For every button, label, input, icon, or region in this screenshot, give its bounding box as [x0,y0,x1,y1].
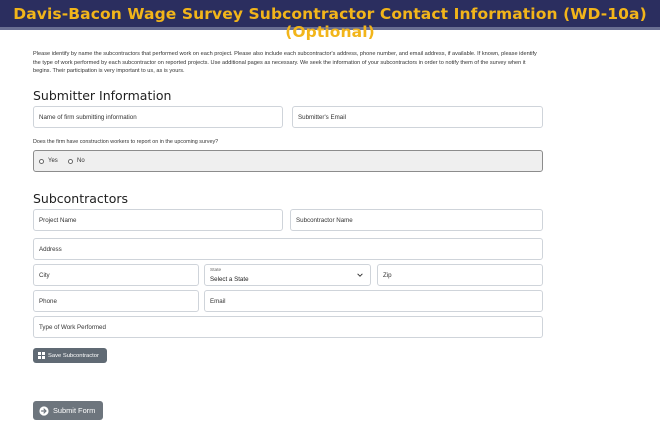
submitter-email-placeholder: Submitter's Email [298,114,346,121]
project-name-input[interactable]: Project Name [33,209,283,231]
zip-placeholder: Zip [383,272,392,279]
address-input[interactable]: Address [33,238,543,260]
radio-option-yes[interactable]: Yes [39,158,58,164]
zip-input[interactable]: Zip [377,264,543,286]
page-title: Davis-Bacon Wage Survey Subcontractor Co… [13,5,647,41]
header-banner: Davis-Bacon Wage Survey Subcontractor Co… [0,0,660,41]
phone-input[interactable]: Phone [33,290,199,312]
grid-icon [38,352,45,359]
work-type-placeholder: Type of Work Performed [39,324,106,331]
city-input[interactable]: City [33,264,199,286]
firm-name-input[interactable]: Name of firm submitting information [33,106,283,128]
radio-option-no[interactable]: No [68,158,85,164]
arrow-right-circle-icon [39,405,49,416]
submitter-section-title: Submitter Information [33,88,172,103]
state-select[interactable]: State Select a State [204,264,371,286]
radio-yes-circle[interactable] [39,158,44,164]
work-type-input[interactable]: Type of Work Performed [33,316,543,338]
city-placeholder: City [39,272,50,279]
subcontractor-name-input[interactable]: Subcontractor Name [290,209,543,231]
firm-name-placeholder: Name of firm submitting information [39,114,137,121]
save-subcontractor-label: Save Subcontractor [48,352,99,359]
address-placeholder: Address [39,246,62,253]
save-subcontractor-button[interactable]: Save Subcontractor [33,348,107,363]
chevron-down-icon [357,273,363,277]
state-label: State [210,268,222,273]
intro-text: Please identify by name the subcontracto… [33,51,537,75]
radio-no-circle[interactable] [68,158,73,164]
radio-no-label: No [77,158,85,164]
submit-form-label: Submit Form [53,406,96,415]
workers-question: Does the firm have construction workers … [33,139,219,145]
phone-placeholder: Phone [39,298,57,305]
project-name-placeholder: Project Name [39,217,77,224]
submitter-email-input[interactable]: Submitter's Email [292,106,543,128]
submit-form-button[interactable]: Submit Form [33,401,103,420]
radio-yes-label: Yes [48,158,58,164]
email-placeholder: Email [210,298,226,305]
subcontractors-section-title: Subcontractors [33,191,129,206]
workers-radio-group: Yes No [33,150,543,172]
subcontractor-name-placeholder: Subcontractor Name [296,217,353,224]
email-input[interactable]: Email [204,290,543,312]
state-selected-value: Select a State [210,276,249,283]
